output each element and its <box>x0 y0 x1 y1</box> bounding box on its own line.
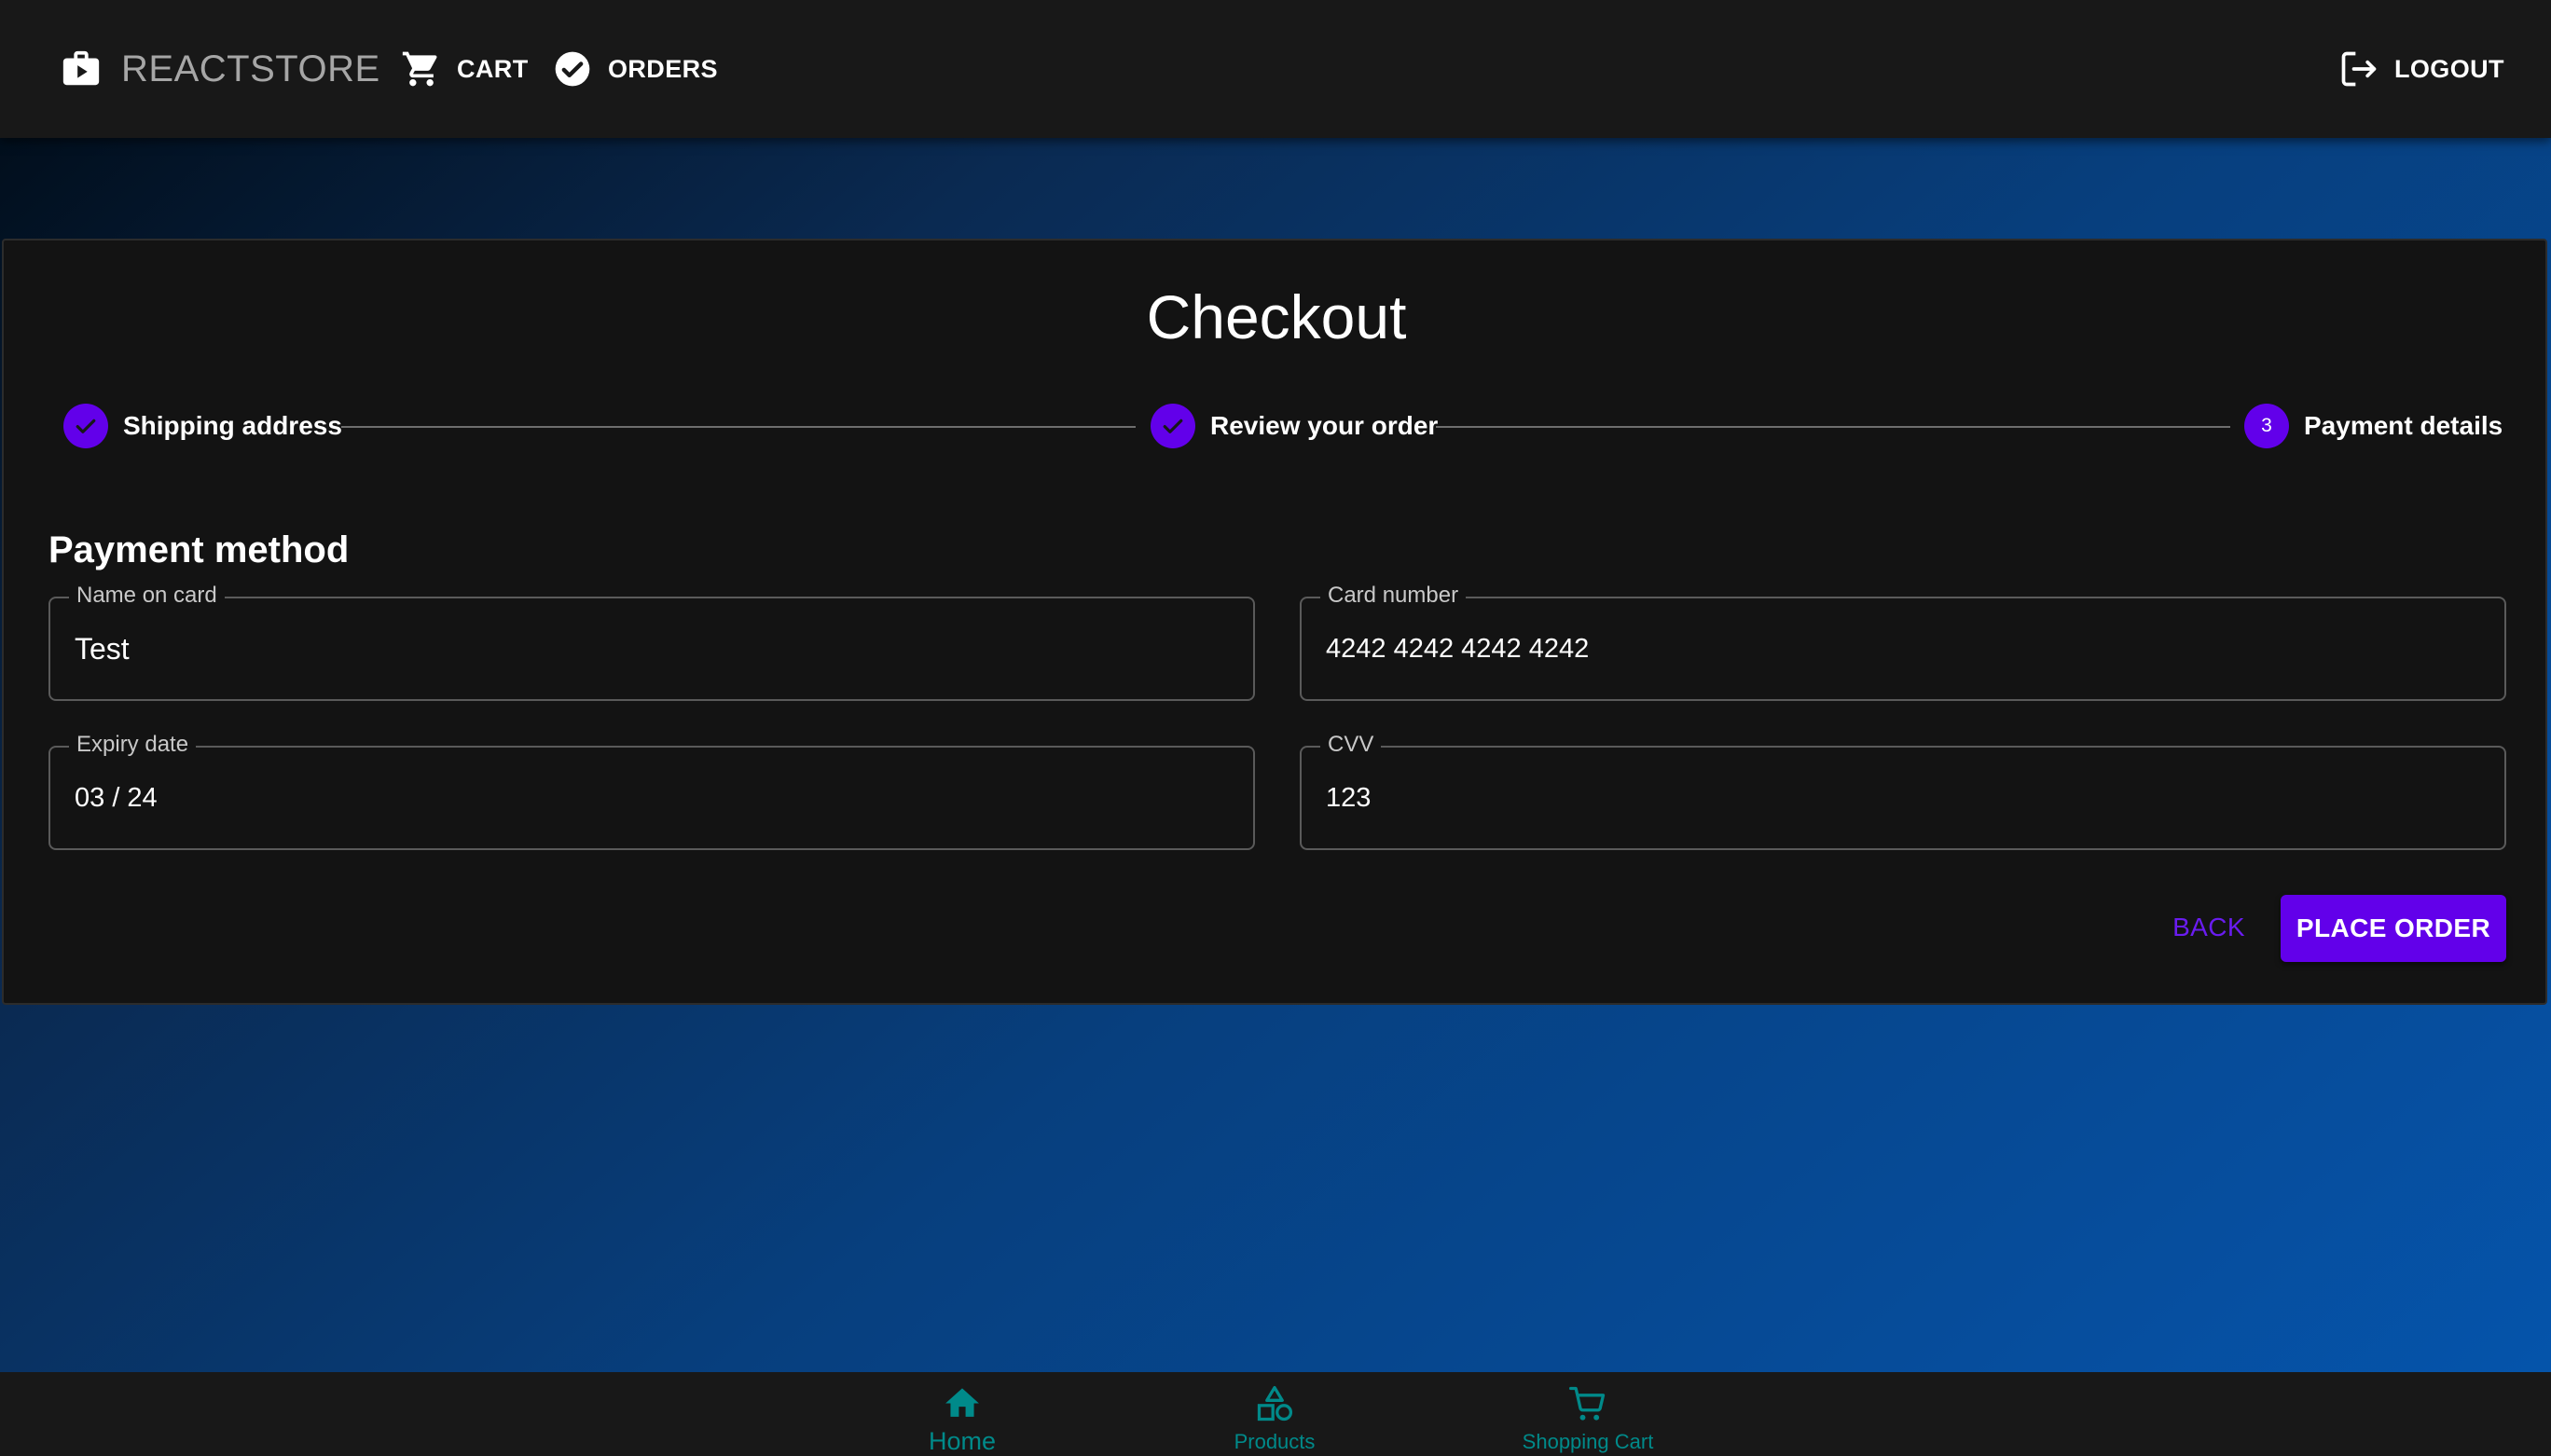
bottom-nav-shopping-cart[interactable]: Shopping Cart <box>1467 1372 1709 1456</box>
bottom-nav-label: Shopping Cart <box>1522 1430 1654 1453</box>
bottom-nav-label: Home <box>928 1427 997 1455</box>
bottom-navigation: Home Products Shopping Cart <box>0 1372 2551 1456</box>
checkout-card: Checkout Shipping address Review your or… <box>2 239 2547 1005</box>
step-label: Payment details <box>2304 411 2503 440</box>
step-completed-badge <box>1151 404 1195 448</box>
section-title: Payment method <box>48 529 350 570</box>
page-title: Checkout <box>1146 282 1407 351</box>
step-review-order: Review your order <box>1151 403 1438 449</box>
check-icon <box>1163 419 1183 433</box>
stepper-connector <box>341 426 1136 428</box>
check-icon <box>76 419 96 433</box>
cvv-field[interactable]: CVV 123 <box>1300 732 2506 850</box>
stepper-connector <box>1436 426 2230 428</box>
nav-orders-button[interactable]: ORDERS <box>552 45 718 93</box>
step-number-badge: 3 <box>2244 404 2289 448</box>
step-completed-badge <box>63 404 108 448</box>
step-label: Shipping address <box>123 411 342 440</box>
name-on-card-field[interactable]: Name on card Test <box>48 583 1255 701</box>
cart-icon <box>402 51 437 87</box>
field-value[interactable]: 03 / 24 <box>75 748 158 848</box>
card-number-field[interactable]: Card number 4242 4242 4242 4242 <box>1300 583 2506 701</box>
bottom-nav-label: Products <box>1234 1430 1316 1453</box>
shopping-bag-icon <box>62 50 100 86</box>
shopping-cart-icon <box>1569 1386 1606 1421</box>
place-order-button[interactable]: PLACE ORDER <box>2281 895 2506 962</box>
field-value[interactable]: 4242 4242 4242 4242 <box>1326 598 1589 699</box>
brand-name: REACTSTORE <box>121 48 380 89</box>
field-value[interactable]: 123 <box>1326 748 1371 848</box>
shapes-icon <box>1257 1385 1293 1422</box>
app-bar: REACTSTORE CART ORDERS LOGOUT <box>0 0 2551 138</box>
step-payment-details: 3 Payment details <box>2244 403 2503 449</box>
bottom-nav-home[interactable]: Home <box>841 1372 1083 1456</box>
field-value[interactable]: Test <box>75 598 130 699</box>
home-icon <box>945 1388 979 1417</box>
nav-orders-label: ORDERS <box>608 54 718 83</box>
bottom-nav-products[interactable]: Products <box>1153 1372 1396 1456</box>
back-button[interactable]: BACK <box>2158 895 2260 960</box>
check-circle-icon <box>555 51 590 87</box>
nav-cart-button[interactable]: CART <box>401 45 529 93</box>
nav-cart-label: CART <box>457 54 529 83</box>
step-label: Review your order <box>1210 411 1439 440</box>
logout-label: LOGOUT <box>2394 54 2504 83</box>
logout-icon <box>2341 51 2377 87</box>
expiry-date-field[interactable]: Expiry date 03 / 24 <box>48 732 1255 850</box>
step-shipping-address: Shipping address <box>63 403 342 449</box>
brand[interactable]: REACTSTORE <box>60 45 380 93</box>
logout-button[interactable]: LOGOUT <box>2338 45 2504 93</box>
